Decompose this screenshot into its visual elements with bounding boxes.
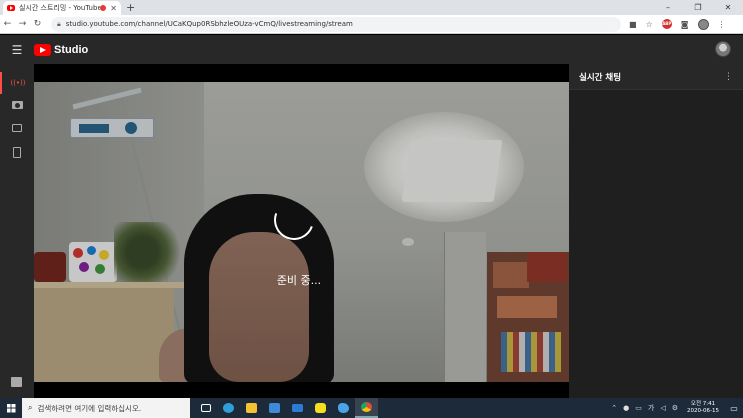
tab-close-icon[interactable]: ✕: [110, 4, 117, 13]
new-tab-button[interactable]: +: [126, 1, 135, 14]
taskbar-kakaotalk[interactable]: [309, 398, 332, 418]
taskbar-chrome[interactable]: [355, 398, 378, 418]
taskbar-edge[interactable]: [217, 398, 240, 418]
browser-menu-icon[interactable]: ⋮: [718, 20, 726, 29]
taskbar-search-box[interactable]: ⌕ 검색하려면 여기에 입력하십시오.: [22, 398, 190, 418]
store-icon: [269, 403, 280, 413]
search-icon: ⌕: [28, 403, 33, 412]
taskbar-file-explorer[interactable]: [240, 398, 263, 418]
forward-arrow-icon[interactable]: →: [15, 19, 30, 29]
network-icon[interactable]: ▭: [635, 404, 642, 412]
tray-chevron-icon[interactable]: ⌃: [611, 404, 617, 412]
system-tray: ⌃ ● ▭ 가 ◁ ⚙ 오전 7:41 2020-06-15 ▭: [608, 398, 743, 418]
taskbar-store[interactable]: [263, 398, 286, 418]
taskbar-task-view[interactable]: [194, 398, 217, 418]
screenshot-extension-icon[interactable]: ◙: [681, 20, 689, 29]
account-avatar[interactable]: [715, 41, 731, 57]
address-bar: ← → ↻ 🔒︎ studio.youtube.com/channel/UCaK…: [0, 15, 743, 34]
studio-logo-text[interactable]: Studio: [54, 44, 88, 56]
kakaotalk-icon: [315, 403, 326, 413]
tab-title: 실시간 스트리밍 - YouTube: [19, 4, 101, 12]
live-broadcast-icon: ((•)): [10, 79, 26, 87]
reload-icon[interactable]: ↻: [30, 19, 45, 29]
taskbar-apps: [194, 398, 378, 418]
start-button[interactable]: [0, 398, 22, 418]
clock-date: 2020-06-15: [687, 408, 719, 414]
bookmark-star-icon[interactable]: ☆: [646, 20, 653, 29]
preparing-status-text: 준비 중...: [276, 274, 322, 287]
search-placeholder: 검색하려면 여기에 입력하십시오.: [37, 403, 142, 413]
taskbar-clock[interactable]: 오전 7:41 2020-06-15: [687, 401, 719, 415]
microphone-icon[interactable]: ●: [623, 404, 629, 412]
url-text: studio.youtube.com/channel/UCaKQup0RSbhz…: [65, 20, 353, 28]
youtube-favicon-icon: [7, 5, 15, 11]
live-chat-panel: 실시간 채팅 ⋮: [569, 64, 743, 398]
mail-icon: [292, 404, 303, 412]
chrome-icon: [361, 402, 372, 412]
settings-icon[interactable]: ⚙: [672, 404, 678, 412]
live-chat-header: 실시간 채팅 ⋮: [569, 64, 743, 90]
taskbar-twitter[interactable]: [332, 398, 355, 418]
notification-center-icon[interactable]: ▭: [725, 398, 743, 418]
sidebar-item-webcam[interactable]: [0, 94, 34, 116]
youtube-logo-icon[interactable]: [34, 43, 51, 56]
live-chat-title: 실시간 채팅: [579, 72, 622, 83]
url-field[interactable]: 🔒︎ studio.youtube.com/channel/UCaKQup0RS…: [51, 16, 621, 32]
sidebar-item-stream[interactable]: ((•)): [0, 72, 34, 94]
mobile-icon: [13, 146, 21, 158]
calendar-icon: [12, 124, 22, 132]
twitter-icon: [338, 403, 349, 413]
screen: 실시간 스트리밍 - YouTube ✕ + – ❐ ✕ ← → ↻ 🔒︎ st…: [0, 0, 743, 418]
ime-indicator[interactable]: 가: [648, 403, 654, 413]
recording-indicator-icon: [100, 5, 107, 11]
windows-logo-icon: [6, 403, 16, 413]
chat-more-options-icon[interactable]: ⋮: [724, 72, 733, 82]
maximize-button[interactable]: ❐: [683, 0, 713, 15]
extensions: ■ ☆ ABP ◙ ⋮: [629, 18, 726, 30]
studio-sidebar: ((•)): [0, 64, 34, 398]
browser-tab-strip: 실시간 스트리밍 - YouTube ✕ + – ❐ ✕: [0, 0, 743, 15]
task-view-icon: [200, 404, 211, 412]
camera-icon: [11, 101, 23, 109]
browser-tab[interactable]: 실시간 스트리밍 - YouTube ✕: [3, 1, 121, 15]
profile-avatar-icon[interactable]: [697, 18, 709, 30]
window-controls: – ❐ ✕: [653, 0, 743, 15]
minimize-button[interactable]: –: [653, 0, 683, 15]
volume-icon[interactable]: ◁: [660, 404, 665, 412]
taskbar-mail[interactable]: [286, 398, 309, 418]
back-arrow-icon[interactable]: ←: [0, 19, 15, 29]
file-explorer-icon: [246, 403, 257, 413]
clock-time: 오전 7:41: [690, 401, 716, 407]
lock-icon: 🔒︎: [57, 19, 61, 28]
sidebar-item-mobile[interactable]: [0, 141, 34, 163]
close-window-button[interactable]: ✕: [713, 0, 743, 15]
feedback-icon[interactable]: [11, 377, 22, 387]
camera-permission-icon[interactable]: ■: [629, 20, 637, 29]
hamburger-menu-icon[interactable]: ☰: [0, 43, 34, 57]
sidebar-item-manage[interactable]: [0, 117, 34, 139]
windows-taskbar: ⌕ 검색하려면 여기에 입력하십시오. ⌃ ● ▭ 가 ◁ ⚙ 오전 7:41 …: [0, 398, 743, 418]
stream-preview: 준비 중...: [34, 64, 569, 398]
studio-header: ☰ Studio: [0, 35, 743, 64]
adblock-icon[interactable]: ABP: [661, 19, 672, 29]
edge-icon: [223, 403, 234, 413]
